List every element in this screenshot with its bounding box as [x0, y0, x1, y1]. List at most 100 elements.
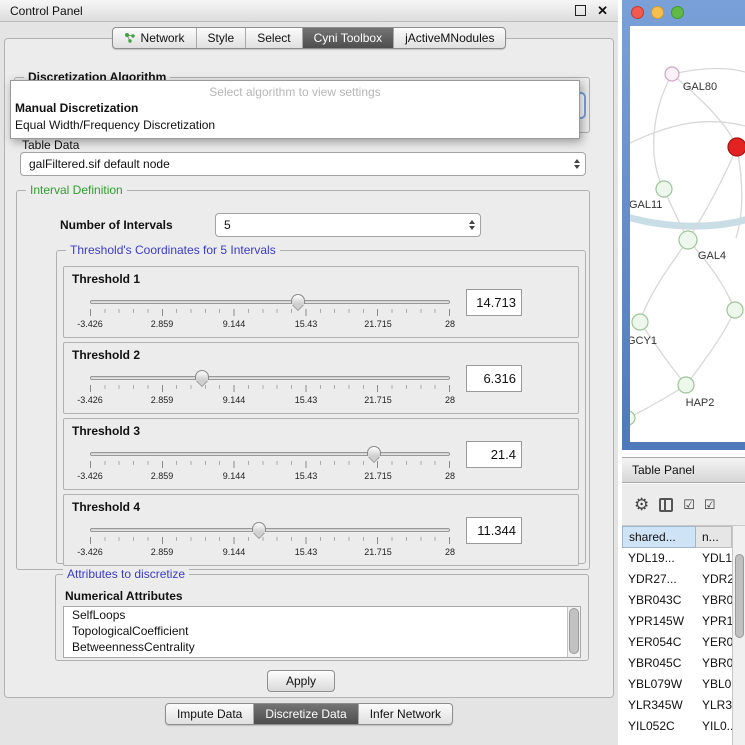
- node-table: shared... n... YDL19... YDL1... YDR27...…: [622, 526, 732, 745]
- slider-track[interactable]: [90, 376, 450, 380]
- node-label: GAL80: [683, 81, 717, 93]
- slider-track[interactable]: [90, 452, 450, 456]
- network-canvas[interactable]: GAL80 GAL11 GAL4 GCY1 HAP2: [630, 26, 745, 442]
- slider-thumb[interactable]: [252, 522, 266, 532]
- threshold-slider[interactable]: -3.426 2.859 9.144 15.43 21.715 28: [90, 369, 450, 411]
- table-row[interactable]: YBR045C YBR0...: [622, 653, 732, 674]
- table-data-combobox[interactable]: galFiltered.sif default node: [20, 152, 586, 176]
- network-node[interactable]: [679, 231, 697, 249]
- combo-stepper-icon: [469, 220, 475, 230]
- table-row[interactable]: YER054C YER0...: [622, 632, 732, 653]
- tab-discretize-data[interactable]: Discretize Data: [253, 704, 357, 724]
- network-node[interactable]: [727, 302, 743, 318]
- attributes-group-title: Attributes to discretize: [63, 568, 189, 581]
- table-row[interactable]: YPR145W YPR1...: [622, 611, 732, 632]
- number-of-intervals-label: Number of Intervals: [60, 218, 173, 232]
- mac-minimize-button[interactable]: [651, 6, 664, 19]
- select-all-icon[interactable]: ☑: [683, 498, 694, 511]
- network-node[interactable]: [678, 377, 694, 393]
- slider-tick-labels: -3.426 2.859 9.144 15.43 21.715 28: [90, 471, 450, 483]
- table-panel-title: Table Panel: [632, 463, 695, 477]
- network-node[interactable]: [656, 181, 672, 197]
- scrollbar-thumb[interactable]: [569, 608, 579, 654]
- slider-track[interactable]: [90, 528, 450, 532]
- numerical-attributes-list[interactable]: SelfLoops TopologicalCoefficient Between…: [63, 606, 581, 658]
- panel-tabbar: Network Style Select Cyni Toolbox jActiv…: [112, 27, 507, 49]
- threshold-slider[interactable]: -3.426 2.859 9.144 15.43 21.715 28: [90, 521, 450, 563]
- cell-name: YIL0...: [696, 716, 732, 737]
- column-header-shared[interactable]: shared...: [622, 526, 696, 548]
- tab-impute-data[interactable]: Impute Data: [166, 704, 253, 724]
- slider-thumb[interactable]: [367, 446, 381, 456]
- network-view-window: GAL80 GAL11 GAL4 GCY1 HAP2: [622, 0, 745, 450]
- select-checked-icon[interactable]: ☑: [704, 498, 715, 511]
- column-header-name[interactable]: n...: [696, 526, 732, 548]
- tab-style[interactable]: Style: [196, 28, 246, 48]
- threshold-slider[interactable]: -3.426 2.859 9.144 15.43 21.715 28: [90, 445, 450, 487]
- table-toolbar: ⚙ ☑ ☑: [622, 484, 745, 526]
- slider-ticks: [90, 537, 450, 544]
- slider-track[interactable]: [90, 300, 450, 304]
- gear-icon[interactable]: ⚙: [634, 496, 649, 513]
- tab-label: jActiveMNodules: [405, 31, 494, 45]
- threshold-value-field[interactable]: 21.4: [466, 441, 522, 468]
- bottom-tab-row: Impute Data Discretize Data Infer Networ…: [0, 703, 618, 725]
- network-icon: [124, 32, 136, 44]
- table-row[interactable]: YBR043C YBR0...: [622, 590, 732, 611]
- network-node[interactable]: [630, 411, 635, 425]
- mac-close-button[interactable]: [631, 6, 644, 19]
- tab-network[interactable]: Network: [113, 28, 196, 48]
- cell-name: YPR1...: [696, 611, 732, 632]
- scrollbar-thumb[interactable]: [735, 554, 744, 638]
- desktop: Control Panel ✕ Network: [0, 0, 745, 745]
- interval-definition-title: Interval Definition: [26, 184, 127, 197]
- cell-shared-name: YIL052C: [622, 716, 696, 737]
- table-row[interactable]: YIL052C YIL0...: [622, 716, 732, 737]
- table-row[interactable]: YDR27... YDR2...: [622, 569, 732, 590]
- popup-option-equal-width-frequency[interactable]: Equal Width/Frequency Discretization: [11, 117, 579, 134]
- mac-zoom-button[interactable]: [671, 6, 684, 19]
- tab-infer-network[interactable]: Infer Network: [358, 704, 452, 724]
- table-row[interactable]: YDL19... YDL1...: [622, 548, 732, 569]
- cell-shared-name: YDL19...: [622, 548, 696, 569]
- apply-button[interactable]: Apply: [267, 670, 335, 692]
- cell-shared-name: YLR345W: [622, 695, 696, 716]
- number-of-intervals-combobox[interactable]: 5: [215, 213, 481, 237]
- threshold-slider[interactable]: -3.426 2.859 9.144 15.43 21.715 28: [90, 293, 450, 335]
- list-scrollbar[interactable]: [567, 607, 580, 657]
- tab-jactivemnodules[interactable]: jActiveMNodules: [393, 28, 505, 48]
- window-traffic-lights: [631, 6, 684, 19]
- cell-name: YDL1...: [696, 548, 732, 569]
- cell-name: YDR2...: [696, 569, 732, 590]
- network-node[interactable]: [632, 314, 648, 330]
- list-item[interactable]: BetweennessCentrality: [64, 639, 580, 655]
- tab-select[interactable]: Select: [245, 28, 301, 48]
- table-scrollbar[interactable]: [732, 526, 745, 745]
- slider-thumb[interactable]: [195, 370, 209, 380]
- list-item[interactable]: TopologicalCoefficient: [64, 623, 580, 639]
- popup-option-manual-discretization[interactable]: Manual Discretization: [11, 100, 579, 117]
- columns-icon[interactable]: [659, 498, 673, 512]
- combo-stepper-icon: [574, 159, 580, 169]
- bottom-tabbar: Impute Data Discretize Data Infer Networ…: [165, 703, 453, 725]
- close-icon[interactable]: ✕: [597, 4, 608, 17]
- number-of-intervals-value: 5: [224, 218, 231, 232]
- network-node-selected[interactable]: [728, 138, 745, 156]
- list-item[interactable]: SelfLoops: [64, 607, 580, 623]
- table-row[interactable]: YBL079W YBL0...: [622, 674, 732, 695]
- float-window-icon[interactable]: [575, 5, 586, 16]
- numerical-attributes-label: Numerical Attributes: [65, 589, 588, 603]
- attributes-group: Numerical Attributes SelfLoops Topologic…: [55, 574, 589, 661]
- table-row[interactable]: YLR345W YLR3...: [622, 695, 732, 716]
- threshold-value-field[interactable]: 11.344: [466, 517, 522, 544]
- slider-ticks: [90, 385, 450, 392]
- threshold-value-field[interactable]: 6.316: [466, 365, 522, 392]
- cell-name: YBR0...: [696, 590, 732, 611]
- threshold-panel: Threshold 4 -3.426 2.859 9.144 15.43 21.…: [63, 494, 579, 566]
- slider-thumb[interactable]: [291, 294, 305, 304]
- network-node[interactable]: [665, 67, 679, 81]
- tab-label: Style: [208, 31, 235, 45]
- tab-cyni-toolbox[interactable]: Cyni Toolbox: [302, 28, 393, 48]
- thresholds-group-title: Threshold's Coordinates for 5 Intervals: [66, 244, 280, 257]
- threshold-value-field[interactable]: 14.713: [466, 289, 522, 316]
